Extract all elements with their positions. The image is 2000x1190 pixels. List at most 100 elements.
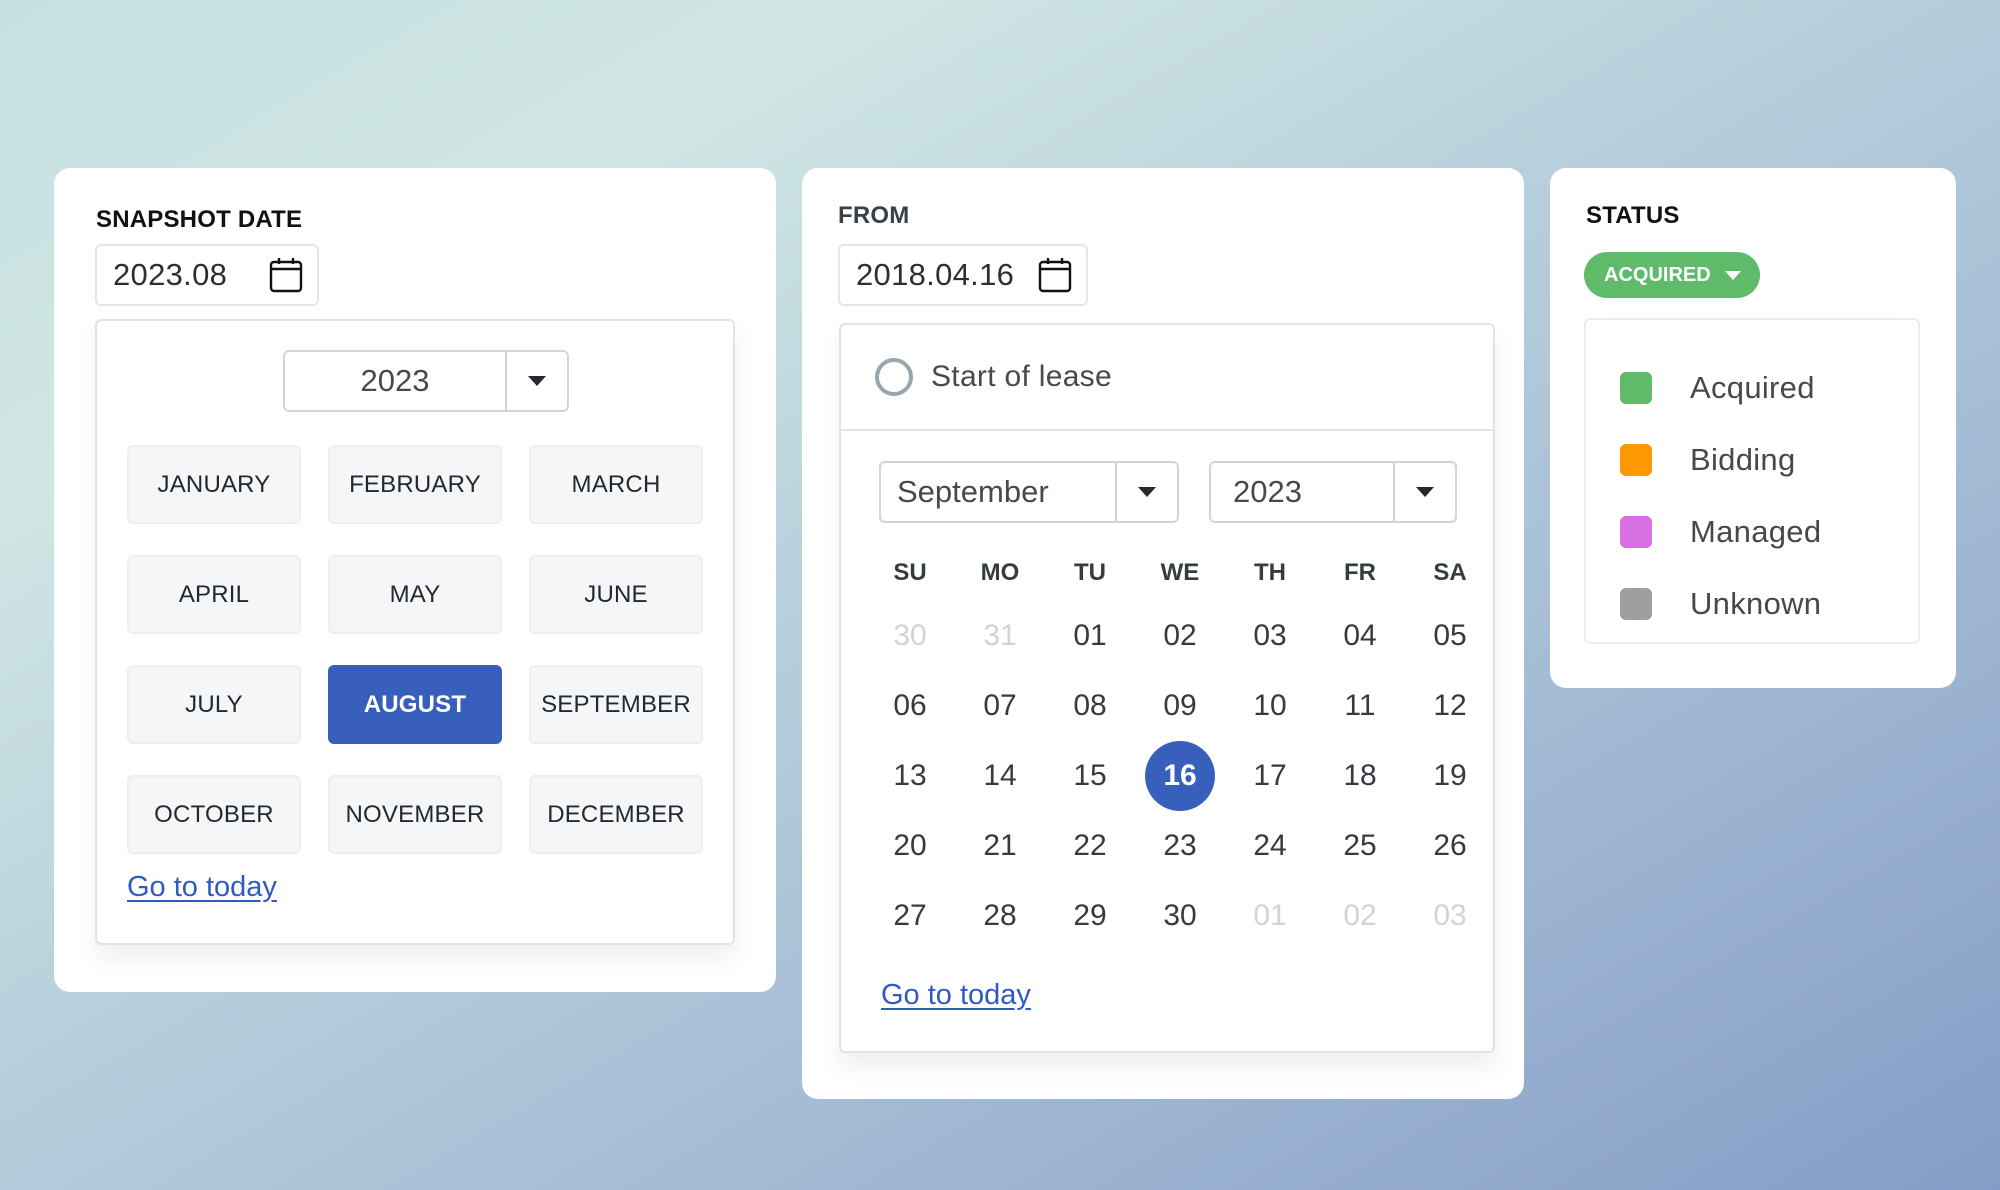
status-option-managed[interactable]: Managed [1620,496,1918,568]
day-number: 16 [1145,741,1215,811]
calendar-day[interactable]: 22 [1045,811,1135,881]
month-select[interactable]: September [879,461,1179,523]
calendar-day[interactable]: 10 [1225,671,1315,741]
weekday-header: MO [980,559,1020,586]
calendar-day[interactable]: 02 [1135,601,1225,671]
status-dropdown-button[interactable]: ACQUIRED [1584,252,1760,298]
month-button-june[interactable]: JUNE [529,555,703,634]
month-select-value: September [897,474,1049,509]
calendar-day[interactable]: 15 [1045,741,1135,811]
status-option-label: Acquired [1690,370,1815,405]
calendar-day[interactable]: 12 [1405,671,1495,741]
calendar-day[interactable]: 30 [1135,881,1225,951]
start-of-lease-option[interactable]: Start of lease [841,325,1493,431]
status-option-label: Bidding [1690,442,1796,477]
month-button-july[interactable]: JULY [127,665,301,744]
month-button-november[interactable]: NOVEMBER [328,775,502,854]
status-option-label: Managed [1690,514,1822,549]
calendar-day[interactable]: 17 [1225,741,1315,811]
start-of-lease-radio[interactable] [875,358,913,396]
calendar-icon[interactable] [269,257,303,293]
calendar-day[interactable]: 23 [1135,811,1225,881]
status-selected-label: ACQUIRED [1604,263,1711,286]
calendar-day-outside[interactable]: 03 [1405,881,1495,951]
status-option-label: Unknown [1690,586,1822,621]
year-select[interactable]: 2023 [283,350,569,412]
start-of-lease-label: Start of lease [931,360,1112,393]
status-label: STATUS [1586,202,1680,229]
status-panel: STATUS ACQUIRED Acquired Bidding Managed Un… [1550,168,1956,688]
day-number: 21 [983,829,1017,862]
day-number: 13 [893,759,927,792]
calendar-day[interactable]: 01 [1045,601,1135,671]
snapshot-date-panel: SNAPSHOT DATE 2023.08 2023 JANUARY FEBRUA… [54,168,776,992]
calendar-day-outside[interactable]: 01 [1225,881,1315,951]
weekday-header: TU [1074,559,1106,586]
year-select[interactable]: 2023 [1209,461,1457,523]
day-number: 18 [1343,759,1377,792]
calendar-day[interactable]: 21 [955,811,1045,881]
calendar-day[interactable]: 26 [1405,811,1495,881]
year-select-toggle[interactable] [1393,463,1455,521]
calendar-day[interactable]: 25 [1315,811,1405,881]
calendar-day[interactable]: 28 [955,881,1045,951]
color-swatch-icon [1620,588,1652,620]
calendar-day[interactable]: 05 [1405,601,1495,671]
calendar-day[interactable]: 04 [1315,601,1405,671]
calendar-day[interactable]: 20 [865,811,955,881]
calendar-day-outside[interactable]: 30 [865,601,955,671]
month-button-may[interactable]: MAY [328,555,502,634]
status-option-acquired[interactable]: Acquired [1620,352,1918,424]
calendar-day[interactable]: 14 [955,741,1045,811]
calendar-day[interactable]: 07 [955,671,1045,741]
month-button-august[interactable]: AUGUST [328,665,502,744]
calendar-day[interactable]: 08 [1045,671,1135,741]
go-to-today-link[interactable]: Go to today [127,871,277,904]
calendar-icon[interactable] [1038,257,1072,293]
snapshot-date-input[interactable]: 2023.08 [95,244,319,306]
day-number: 20 [893,829,927,862]
chevron-down-icon [528,376,546,386]
day-number: 22 [1073,829,1107,862]
calendar-day[interactable]: 19 [1405,741,1495,811]
day-number: 19 [1433,759,1467,792]
day-number: 10 [1253,689,1287,722]
calendar-day-outside[interactable]: 02 [1315,881,1405,951]
day-number: 26 [1433,829,1467,862]
from-label: FROM [838,202,910,229]
day-number: 02 [1343,899,1377,932]
weekday-header: TH [1254,559,1286,586]
calendar-day[interactable]: 13 [865,741,955,811]
year-select-value: 2023 [360,363,430,398]
month-select-toggle[interactable] [1115,463,1177,521]
month-button-december[interactable]: DECEMBER [529,775,703,854]
month-button-april[interactable]: APRIL [127,555,301,634]
go-to-today-link[interactable]: Go to today [881,979,1031,1012]
calendar-day-outside[interactable]: 31 [955,601,1045,671]
day-number: 11 [1344,689,1376,722]
calendar-day[interactable]: 11 [1315,671,1405,741]
day-number: 07 [983,689,1017,722]
month-button-october[interactable]: OCTOBER [127,775,301,854]
calendar-day[interactable]: 03 [1225,601,1315,671]
day-number: 06 [893,689,927,722]
month-button-january[interactable]: JANUARY [127,445,301,524]
calendar-day[interactable]: 29 [1045,881,1135,951]
calendar-day[interactable]: 09 [1135,671,1225,741]
calendar-day[interactable]: 24 [1225,811,1315,881]
month-button-february[interactable]: FEBRUARY [328,445,502,524]
status-option-bidding[interactable]: Bidding [1620,424,1918,496]
month-button-september[interactable]: SEPTEMBER [529,665,703,744]
calendar-day[interactable]: 18 [1315,741,1405,811]
from-date-panel: FROM 2018.04.16 Start of lease September… [802,168,1524,1099]
from-date-input[interactable]: 2018.04.16 [838,244,1088,306]
month-button-march[interactable]: MARCH [529,445,703,524]
status-option-unknown[interactable]: Unknown [1620,568,1918,640]
color-swatch-icon [1620,444,1652,476]
calendar-day[interactable]: 06 [865,671,955,741]
calendar-day[interactable]: 27 [865,881,955,951]
calendar-day-selected[interactable]: 16 [1135,741,1225,811]
from-date-value: 2018.04.16 [856,257,1015,292]
day-number: 30 [1163,899,1197,932]
year-select-toggle[interactable] [505,352,567,410]
